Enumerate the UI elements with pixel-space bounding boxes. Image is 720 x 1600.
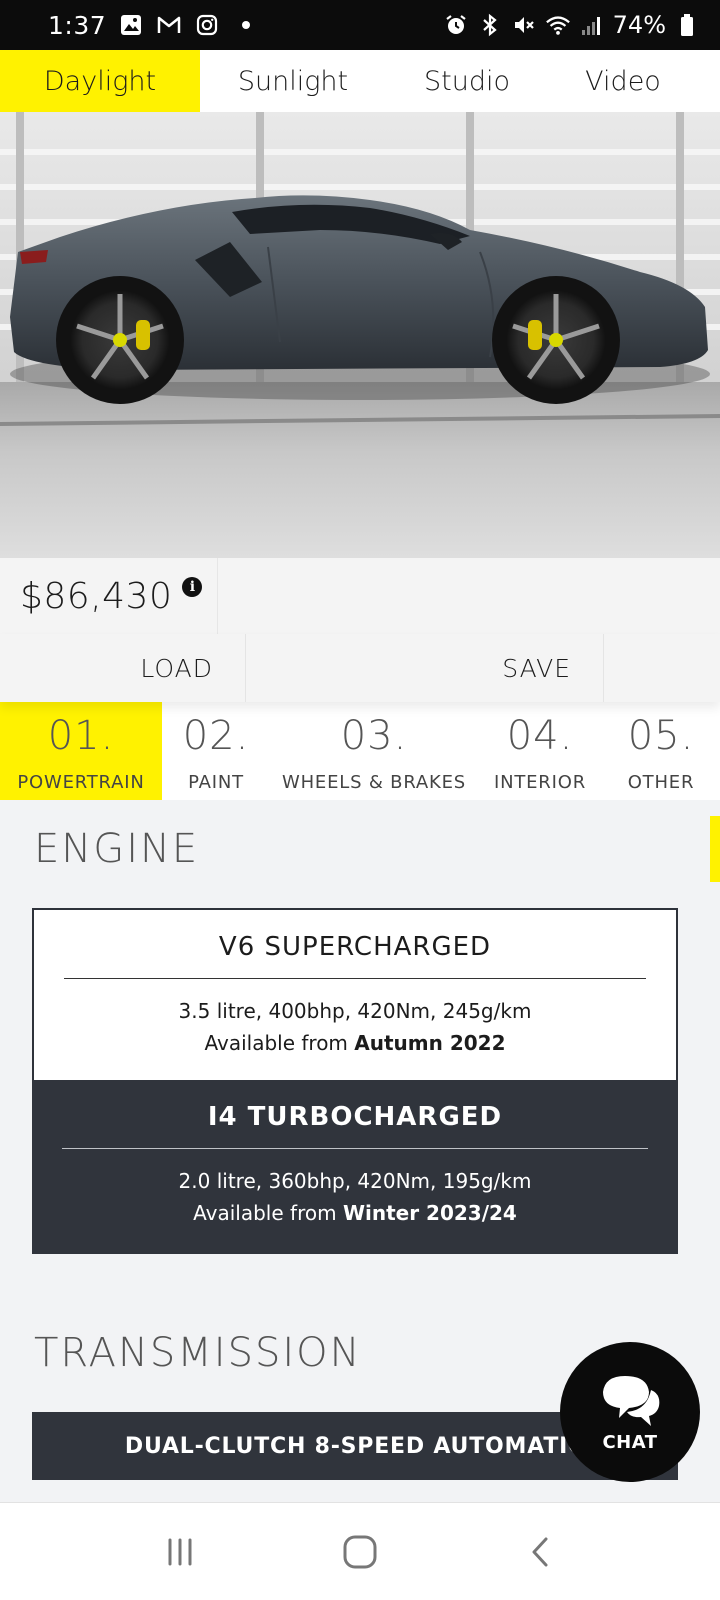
actions-bar: LOAD SAVE [0, 634, 720, 702]
alarm-icon [443, 12, 469, 38]
load-button[interactable]: LOAD [0, 634, 246, 702]
save-button-label: SAVE [502, 653, 571, 683]
recent-apps-button[interactable] [150, 1522, 210, 1582]
transmission-section-title: TRANSMISSION [34, 1330, 362, 1376]
status-time: 1:37 [48, 10, 107, 40]
transmission-option-label: DUAL-CLUTCH 8-SPEED AUTOMATIC [124, 1433, 586, 1459]
availability-prefix: Available from [204, 1031, 348, 1055]
status-left: 1:37 [48, 10, 251, 40]
step-powertrain[interactable]: 01. POWERTRAIN [0, 702, 162, 800]
total-price: $86,430 [20, 575, 173, 617]
tab-video[interactable]: Video [548, 50, 698, 112]
step-number: 04. [506, 713, 574, 759]
back-button[interactable] [510, 1522, 570, 1582]
engine-option-v6[interactable]: V6 SUPERCHARGED 3.5 litre, 400bhp, 420Nm… [32, 908, 678, 1080]
engine-option-title: I4 TURBOCHARGED [207, 1102, 503, 1132]
chat-bubbles-icon [603, 1375, 660, 1426]
divider [62, 1148, 648, 1149]
tab-studio-label: Studio [424, 65, 510, 97]
info-icon[interactable]: i [182, 577, 203, 597]
step-paint[interactable]: 02. PAINT [162, 702, 270, 800]
bluetooth-icon [477, 12, 503, 38]
price-bar: $86,430 i [0, 558, 720, 634]
engine-option-availability: Available from Autumn 2022 [34, 1031, 676, 1055]
chat-label: CHAT [602, 1431, 658, 1453]
battery-icon [674, 12, 700, 38]
rear-wheel [56, 276, 184, 404]
chat-button[interactable]: CHAT [560, 1342, 700, 1482]
load-button-label: LOAD [140, 653, 213, 683]
step-number: 02. [182, 713, 250, 759]
gmail-icon [156, 12, 182, 38]
instagram-icon [194, 12, 220, 38]
status-right: 74% [443, 11, 700, 39]
tab-sunlight[interactable]: Sunlight [200, 50, 386, 112]
step-interior[interactable]: 04. INTERIOR [478, 702, 602, 800]
engine-option-i4[interactable]: I4 TURBOCHARGED 2.0 litre, 360bhp, 420Nm… [32, 1080, 678, 1254]
engine-option-availability: Available from Winter 2023/24 [32, 1201, 678, 1225]
home-button[interactable] [330, 1522, 390, 1582]
home-icon [343, 1535, 377, 1568]
system-nav-bar [0, 1502, 720, 1600]
step-number: 05. [627, 713, 695, 759]
battery-percent: 74% [612, 11, 666, 39]
engine-option-spec: 3.5 litre, 400bhp, 420Nm, 245g/km [178, 999, 532, 1023]
car-preview-image[interactable] [0, 112, 720, 558]
step-label: PAINT [188, 772, 244, 793]
gallery-icon [118, 12, 144, 38]
lighting-tabs: Daylight Sunlight Studio Video [0, 50, 720, 112]
step-number: 03. [340, 713, 408, 759]
tab-video-label: Video [585, 65, 661, 97]
tab-studio[interactable]: Studio [386, 50, 548, 112]
step-wheels-brakes[interactable]: 03. WHEELS & BRAKES [270, 702, 478, 800]
step-label: INTERIOR [493, 772, 587, 793]
notification-dot-icon [242, 21, 251, 29]
engine-option-title: V6 SUPERCHARGED [218, 932, 492, 962]
step-number: 01. [47, 713, 115, 759]
mute-icon [511, 12, 537, 38]
save-button[interactable]: SAVE [246, 634, 604, 702]
signal-icon [579, 12, 605, 38]
scroll-indicator[interactable] [710, 816, 720, 882]
wifi-icon [545, 12, 571, 38]
step-other[interactable]: 05. OTHER [602, 702, 720, 800]
step-label: WHEELS & BRAKES [281, 772, 467, 793]
engine-section-title: ENGINE [34, 826, 200, 872]
step-label: OTHER [627, 772, 695, 793]
tab-sunlight-label: Sunlight [237, 65, 349, 97]
availability-prefix: Available from [193, 1201, 337, 1225]
availability-date: Autumn 2022 [354, 1031, 506, 1055]
step-label: POWERTRAIN [17, 772, 145, 793]
status-bar: 1:37 74% [0, 0, 720, 50]
divider [64, 978, 646, 979]
back-icon [532, 1537, 548, 1566]
availability-date: Winter 2023/24 [342, 1201, 517, 1225]
recent-apps-icon [168, 1538, 192, 1565]
configurator-screen: 1:37 74% Daylight Sunlight Studio Video … [0, 0, 720, 1600]
tab-daylight[interactable]: Daylight [0, 50, 200, 112]
front-wheel [492, 276, 620, 404]
configurator-steps: 01. POWERTRAIN 02. PAINT 03. WHEELS & BR… [0, 702, 720, 800]
car-illustration [0, 112, 720, 558]
price-box: $86,430 i [0, 558, 218, 634]
engine-option-spec: 2.0 litre, 360bhp, 420Nm, 195g/km [178, 1169, 532, 1193]
tab-daylight-label: Daylight [43, 65, 157, 97]
